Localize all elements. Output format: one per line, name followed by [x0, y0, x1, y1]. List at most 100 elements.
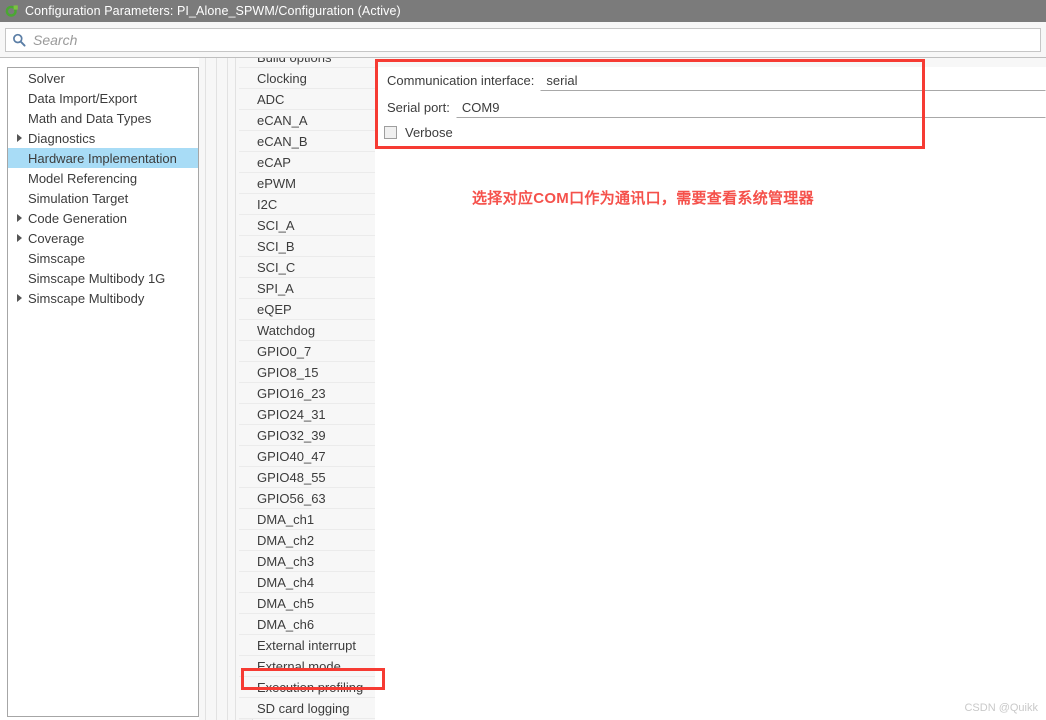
tree-item-label: Solver	[28, 70, 65, 86]
group-list-item-label: External interrupt	[257, 638, 356, 653]
group-list-item-label: ADC	[257, 92, 285, 107]
splitter-line	[235, 58, 236, 720]
group-list-item-label: eCAP	[257, 155, 291, 170]
group-list-item-label: GPIO56_63	[257, 491, 326, 506]
splitter-line	[205, 58, 206, 720]
tree-item-label: Simscape Multibody	[28, 290, 145, 306]
group-list-item-dma-ch4[interactable]: DMA_ch4	[239, 572, 375, 593]
serial-port-label: Serial port:	[387, 100, 450, 115]
group-list-item-gpio56-63[interactable]: GPIO56_63	[239, 488, 375, 509]
configuration-tree-panel[interactable]: Solver Data Import/Export Math and Data Ty…	[7, 67, 199, 717]
tree-item-simscape-multibody[interactable]: Simscape Multibody	[8, 288, 198, 308]
group-list-item-gpio48-55[interactable]: GPIO48_55	[239, 467, 375, 488]
group-list-item-sci-a[interactable]: SCI_A	[239, 215, 375, 236]
group-list-item-spi-a[interactable]: SPI_A	[239, 278, 375, 299]
tree-item-label: Data Import/Export	[28, 90, 138, 106]
serial-port-field[interactable]: COM9	[455, 97, 1046, 118]
tree-item-diagnostics[interactable]: Diagnostics	[8, 128, 198, 148]
communication-interface-row: Communication interface: serial	[375, 67, 1046, 94]
group-list-item-sci-b[interactable]: SCI_B	[239, 236, 375, 257]
group-list-item-label: GPIO32_39	[257, 428, 326, 443]
group-list-item-label: GPIO8_15	[257, 365, 319, 380]
watermark: CSDN @Quikk	[964, 702, 1038, 714]
group-list-item-label: DMA_ch2	[257, 533, 315, 548]
group-list-item-gpio0-7[interactable]: GPIO0_7	[239, 341, 375, 362]
group-list-item-ecan-b[interactable]: eCAN_B	[239, 131, 375, 152]
tree-item-math-and-data-types[interactable]: Math and Data Types	[8, 108, 198, 128]
group-list-item-gpio32-39[interactable]: GPIO32_39	[239, 425, 375, 446]
group-list-item-dma-ch5[interactable]: DMA_ch5	[239, 593, 375, 614]
communication-interface-label: Communication interface:	[387, 73, 535, 88]
tree-item-label: Coverage	[28, 230, 85, 246]
search-icon	[12, 33, 26, 47]
tree-item-model-referencing[interactable]: Model Referencing	[8, 168, 198, 188]
verbose-row[interactable]: Verbose	[375, 120, 1046, 144]
group-list-item-label: SCI_C	[257, 260, 296, 275]
group-list-item-dma-ch6[interactable]: DMA_ch6	[239, 614, 375, 635]
tree-item-label: Simscape Multibody 1G	[28, 270, 166, 286]
panel-splitter[interactable]	[199, 58, 239, 720]
tree-item-code-generation[interactable]: Code Generation	[8, 208, 198, 228]
search-placeholder: Search	[33, 32, 78, 48]
chevron-right-icon[interactable]	[12, 234, 26, 242]
group-list-item-label: SPI_A	[257, 281, 294, 296]
tree-item-simscape-multibody-1g[interactable]: Simscape Multibody 1G	[8, 268, 198, 288]
search-input[interactable]: Search	[5, 28, 1041, 52]
group-list-item-ecap[interactable]: eCAP	[239, 152, 375, 173]
group-list-item-dma-ch1[interactable]: DMA_ch1	[239, 509, 375, 530]
group-list-item-label: DMA_ch4	[257, 575, 315, 590]
group-list-item-ecan-a[interactable]: eCAN_A	[239, 110, 375, 131]
group-list-item-watchdog[interactable]: Watchdog	[239, 320, 375, 341]
group-list-item-label: Execution profiling	[257, 680, 364, 695]
group-list-item-gpio8-15[interactable]: GPIO8_15	[239, 362, 375, 383]
chevron-right-icon[interactable]	[12, 294, 26, 302]
group-list-item-clocking[interactable]: Clocking	[239, 68, 375, 89]
group-list-item-eqep[interactable]: eQEP	[239, 299, 375, 320]
tree-item-simscape[interactable]: Simscape	[8, 248, 198, 268]
group-list-item-label: SCI_B	[257, 239, 295, 254]
group-list-item-gpio24-31[interactable]: GPIO24_31	[239, 404, 375, 425]
tree-item-data-import-export[interactable]: Data Import/Export	[8, 88, 198, 108]
group-list-item-label: SD card logging	[257, 701, 350, 716]
group-list-item-label: DMA_ch5	[257, 596, 315, 611]
group-list-item-gpio16-23[interactable]: GPIO16_23	[239, 383, 375, 404]
tree-item-label: Diagnostics	[28, 130, 96, 146]
communication-interface-select[interactable]: serial	[540, 70, 1046, 91]
group-list-item-sd-card-logging[interactable]: SD card logging	[239, 698, 375, 719]
tree-item-label: Code Generation	[28, 210, 128, 226]
group-list-item-execution-profiling[interactable]: Execution profiling	[239, 677, 375, 698]
group-list-item-label: External mode	[257, 659, 341, 674]
verbose-checkbox[interactable]	[384, 125, 397, 139]
group-list-item-i2c[interactable]: I2C	[239, 194, 375, 215]
group-list-item-sci-c[interactable]: SCI_C	[239, 257, 375, 278]
serial-port-row: Serial port: COM9	[375, 94, 1046, 121]
group-list-item-external-mode[interactable]: External mode	[239, 656, 375, 677]
tree-item-label: Model Referencing	[28, 170, 138, 186]
tree-item-simulation-target[interactable]: Simulation Target	[8, 188, 198, 208]
group-list-item-label: I2C	[257, 197, 278, 212]
group-list-item-label: Watchdog	[257, 323, 316, 338]
group-list-item-dma-ch2[interactable]: DMA_ch2	[239, 530, 375, 551]
group-list-item-label: Build options	[257, 58, 331, 65]
tree-item-solver[interactable]: Solver	[8, 68, 198, 88]
group-list-item-adc[interactable]: ADC	[239, 89, 375, 110]
group-list-item-label: Clocking	[257, 71, 307, 86]
external-mode-settings-panel: Communication interface: serial Serial p…	[375, 58, 1046, 720]
group-list-item-gpio40-47[interactable]: GPIO40_47	[239, 446, 375, 467]
group-list-item-label: DMA_ch3	[257, 554, 315, 569]
chevron-right-icon[interactable]	[12, 214, 26, 222]
hardware-group-list-panel[interactable]: Build options Clocking ADC eCAN_A eCAN_B eCAP…	[239, 58, 375, 720]
verbose-label: Verbose	[405, 124, 453, 140]
tree-item-coverage[interactable]: Coverage	[8, 228, 198, 248]
chevron-right-icon[interactable]	[12, 134, 26, 142]
group-list-item-epwm[interactable]: ePWM	[239, 173, 375, 194]
tree-item-label: Simulation Target	[28, 190, 129, 206]
annotation-text: 选择对应COM口作为通讯口，需要查看系统管理器	[472, 190, 814, 207]
group-list-item-label: GPIO40_47	[257, 449, 326, 464]
group-list-item-build-options[interactable]: Build options	[239, 58, 375, 68]
tree-item-hardware-implementation[interactable]: Hardware Implementation	[8, 148, 198, 168]
group-list-item-external-interrupt[interactable]: External interrupt	[239, 635, 375, 656]
group-list-item-label: GPIO24_31	[257, 407, 326, 422]
group-list-item-dma-ch3[interactable]: DMA_ch3	[239, 551, 375, 572]
group-list-item-label: DMA_ch1	[257, 512, 315, 527]
